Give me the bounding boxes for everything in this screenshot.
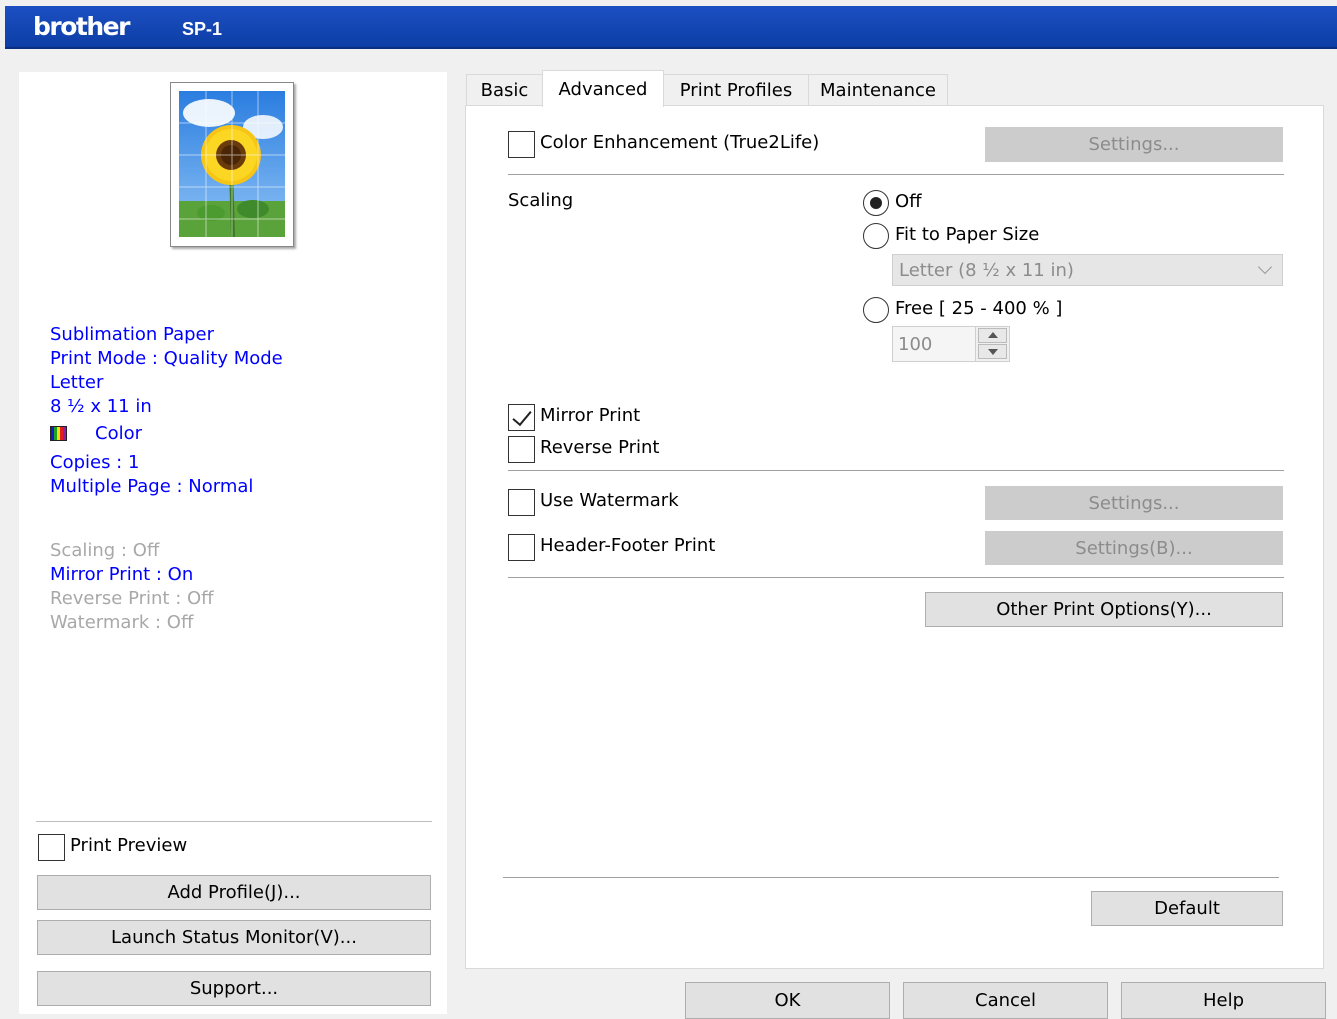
support-button[interactable]: Support... xyxy=(37,971,431,1006)
divider xyxy=(508,470,1284,471)
mirror-print-checkbox[interactable] xyxy=(508,404,535,431)
print-mode-info: Print Mode : Quality Mode xyxy=(50,348,283,369)
tab-print-profiles[interactable]: Print Profiles xyxy=(663,74,809,106)
fit-to-paper-radio[interactable] xyxy=(863,223,889,249)
free-scaling-label: Free [ 25 - 400 % ] xyxy=(895,298,1063,319)
tab-maintenance[interactable]: Maintenance xyxy=(808,74,948,106)
copies-info: Copies : 1 xyxy=(50,452,140,473)
watermark-info: Watermark : Off xyxy=(50,612,194,633)
multiple-page-info: Multiple Page : Normal xyxy=(50,476,254,497)
scaling-off-radio[interactable] xyxy=(863,190,889,216)
use-watermark-checkbox[interactable] xyxy=(508,489,535,516)
paper-dimensions-info: 8 ½ x 11 in xyxy=(50,396,152,417)
reverse-print-label: Reverse Print xyxy=(540,437,660,458)
scale-spinner xyxy=(975,326,1010,362)
scale-percent-input[interactable]: 100 xyxy=(892,326,976,362)
print-preview-checkbox[interactable] xyxy=(38,834,65,861)
color-mode-info: Color xyxy=(50,423,142,444)
scaling-off-label: Off xyxy=(895,191,922,212)
print-preview-label: Print Preview xyxy=(70,835,188,856)
default-button[interactable]: Default xyxy=(1091,891,1283,926)
scaling-label: Scaling xyxy=(508,190,574,211)
header-footer-checkbox[interactable] xyxy=(508,534,535,561)
spin-up-icon[interactable] xyxy=(978,328,1007,343)
paper-size-info: Letter xyxy=(50,372,104,393)
watermark-settings-button[interactable]: Settings... xyxy=(985,486,1283,520)
brother-logo: brother xyxy=(33,12,130,41)
fit-to-paper-label: Fit to Paper Size xyxy=(895,224,1040,245)
header-footer-label: Header-Footer Print xyxy=(540,535,716,556)
divider xyxy=(508,174,1284,175)
reverse-print-checkbox[interactable] xyxy=(508,436,535,463)
color-bars-icon xyxy=(50,426,67,441)
page-preview-thumbnail xyxy=(170,82,294,247)
title-band: brother SP-1 xyxy=(5,6,1337,49)
printer-model: SP-1 xyxy=(182,19,223,39)
header-footer-settings-button[interactable]: Settings(B)... xyxy=(985,531,1283,565)
color-enhancement-checkbox[interactable] xyxy=(508,131,535,158)
tab-basic[interactable]: Basic xyxy=(466,74,543,106)
color-mode-label: Color xyxy=(95,423,142,444)
paper-size-value: Letter (8 ½ x 11 in) xyxy=(899,259,1074,281)
free-scaling-radio[interactable] xyxy=(863,297,889,323)
mirror-print-label: Mirror Print xyxy=(540,405,641,426)
spin-down-icon[interactable] xyxy=(978,344,1007,359)
other-print-options-button[interactable]: Other Print Options(Y)... xyxy=(925,592,1283,627)
add-profile-button[interactable]: Add Profile(J)... xyxy=(37,875,431,910)
launch-status-monitor-button[interactable]: Launch Status Monitor(V)... xyxy=(37,920,431,955)
help-button[interactable]: Help xyxy=(1121,982,1326,1019)
divider xyxy=(503,877,1279,878)
paper-size-dropdown[interactable]: Letter (8 ½ x 11 in) xyxy=(892,254,1283,286)
reverse-print-info: Reverse Print : Off xyxy=(50,588,214,609)
chevron-down-icon xyxy=(1257,259,1273,275)
color-enhancement-settings-button[interactable]: Settings... xyxy=(985,127,1283,162)
use-watermark-label: Use Watermark xyxy=(540,490,679,511)
scaling-info: Scaling : Off xyxy=(50,540,160,561)
divider xyxy=(36,821,432,822)
color-enhancement-label: Color Enhancement (True2Life) xyxy=(540,132,820,153)
divider xyxy=(508,577,1284,578)
mirror-print-info: Mirror Print : On xyxy=(50,564,194,585)
sunflower-preview-image xyxy=(179,91,285,238)
ok-button[interactable]: OK xyxy=(685,982,890,1019)
tab-advanced[interactable]: Advanced xyxy=(542,70,664,107)
media-type-info: Sublimation Paper xyxy=(50,324,215,345)
cancel-button[interactable]: Cancel xyxy=(903,982,1108,1019)
